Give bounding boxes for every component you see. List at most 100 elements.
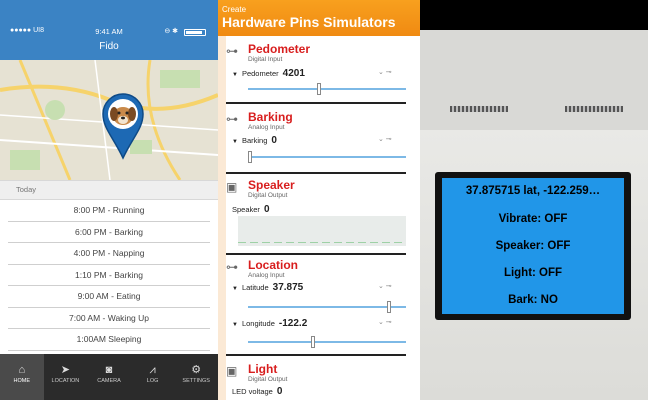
tab-label: LOG <box>146 378 159 384</box>
plug-icon[interactable]: ⌄ ⊸ <box>378 68 392 76</box>
dog-location-pin-icon[interactable] <box>101 92 145 160</box>
activity-item[interactable]: 6:00 PM - Barking <box>8 222 210 243</box>
pin-connector-icon: ⊶ <box>226 44 238 58</box>
output-box-icon: ▣ <box>226 364 238 378</box>
latitude-field[interactable]: ▼ Latitude 37.875 <box>232 282 303 293</box>
device-top <box>420 30 648 130</box>
lcd-line-speaker: Speaker: OFF <box>495 240 571 252</box>
latitude-slider[interactable] <box>248 301 406 313</box>
header-subtitle: Create <box>222 5 247 14</box>
simulator-header: Create Hardware Pins Simulators <box>218 0 420 36</box>
field-value: 37.875 <box>272 282 304 293</box>
field-value: 4201 <box>282 68 305 79</box>
status-icons: ⊖ ✱ <box>164 28 178 35</box>
caret-down-icon[interactable]: ▼ <box>232 322 238 328</box>
section-divider <box>226 253 406 255</box>
pin-connector-icon: ⊶ <box>226 260 238 274</box>
section-type: Digital Input <box>248 56 283 63</box>
field-label: Speaker <box>232 205 260 214</box>
longitude-field[interactable]: ▼ Longitude -122.2 <box>232 318 307 329</box>
tab-label: HOME <box>13 378 31 384</box>
vent-grille <box>565 106 623 112</box>
plug-icon[interactable]: ⌄ ⊸ <box>378 135 392 143</box>
longitude-slider[interactable] <box>248 336 406 348</box>
field-value: 0 <box>263 204 270 215</box>
pedometer-slider[interactable] <box>248 83 406 95</box>
section-title: Barking <box>248 110 293 124</box>
section-type: Digital Output <box>248 192 288 199</box>
pedometer-field[interactable]: ▼ Pedometer 4201 <box>232 68 305 79</box>
field-label: Pedometer <box>241 69 279 78</box>
field-value: -122.2 <box>278 318 308 329</box>
activity-list: 8:00 PM - Running 6:00 PM - Barking 4:00… <box>8 200 210 351</box>
tab-location[interactable]: ➤ LOCATION <box>44 354 88 400</box>
tab-camera[interactable]: ◙ CAMERA <box>87 354 131 400</box>
section-title: Location <box>248 258 298 272</box>
output-box-icon: ▣ <box>226 180 238 194</box>
speaker-field: Speaker 0 <box>232 204 270 215</box>
phone-app: ●●●●● UI8 9:41 AM ⊖ ✱ Fido Today 8:00 PM… <box>0 0 218 400</box>
section-type: Digital Output <box>248 376 288 383</box>
location-section: ⊶ Location Analog Input ▼ Latitude 37.875 … <box>226 258 414 354</box>
lcd-line-vibrate: Vibrate: OFF <box>498 213 568 225</box>
light-section: ▣ Light Digital Output LED voltage 0 <box>226 362 414 400</box>
section-type: Analog Input <box>248 272 285 279</box>
section-type: Analog Input <box>248 124 285 131</box>
field-label: Latitude <box>241 283 269 292</box>
page-title: Fido <box>0 38 218 60</box>
slider-thumb[interactable] <box>311 336 316 348</box>
lcd-line-location: 37.875715 lat, -122.259… <box>465 185 601 197</box>
plug-icon[interactable]: ⌄ ⊸ <box>378 282 392 290</box>
tab-label: LOCATION <box>51 378 80 384</box>
vent-grille <box>450 106 508 112</box>
section-title: Light <box>248 362 278 376</box>
field-label: Barking <box>241 136 268 145</box>
caret-down-icon[interactable]: ▼ <box>232 286 238 292</box>
gear-icon: ⚙ <box>191 364 202 376</box>
barking-slider[interactable] <box>248 151 406 163</box>
slider-thumb[interactable] <box>248 151 252 163</box>
tab-label: CAMERA <box>97 378 121 384</box>
light-field: LED voltage 0 <box>232 386 282 397</box>
slider-thumb[interactable] <box>386 301 391 313</box>
section-divider <box>226 102 406 104</box>
plug-icon[interactable]: ⌄ ⊸ <box>378 318 392 326</box>
activity-item[interactable]: 4:00 PM - Napping <box>8 243 210 265</box>
lcd-screen: 37.875715 lat, -122.259… Vibrate: OFF Sp… <box>442 178 624 314</box>
barking-section: ⊶ Barking Analog Input ▼ Barking 0 ⌄ ⊸ <box>226 110 414 172</box>
home-icon: ⌂ <box>18 364 26 376</box>
tab-log[interactable]: ⩘ LOG <box>131 354 175 400</box>
field-label: LED voltage <box>232 387 273 396</box>
activity-item[interactable]: 7:00 AM - Waking Up <box>8 308 210 329</box>
caret-down-icon[interactable]: ▼ <box>232 72 238 78</box>
battery-icon <box>184 29 206 36</box>
lcd-line-bark: Bark: NO <box>508 294 558 306</box>
tab-bar: ⌂ HOME ➤ LOCATION ◙ CAMERA ⩘ LOG ⚙ SETTINGS <box>0 354 218 400</box>
tab-settings[interactable]: ⚙ SETTINGS <box>174 354 218 400</box>
lcd-line-light: Light: OFF <box>503 267 563 279</box>
camera-icon: ◙ <box>105 364 113 376</box>
side-strip <box>218 36 226 400</box>
activity-item[interactable]: 8:00 PM - Running <box>8 200 210 222</box>
section-divider <box>226 354 406 356</box>
hardware-simulator-panel: Create Hardware Pins Simulators ⊶ Pedome… <box>218 0 420 400</box>
pedometer-section: ⊶ Pedometer Digital Input ▼ Pedometer 4201… <box>226 42 414 104</box>
hardware-device-photo: 37.875715 lat, -122.259… Vibrate: OFF Sp… <box>420 0 648 400</box>
status-bar: ●●●●● UI8 9:41 AM ⊖ ✱ <box>0 0 218 38</box>
activity-item[interactable]: 9:00 AM - Eating <box>8 286 210 308</box>
field-value: 0 <box>276 386 283 397</box>
barking-field[interactable]: ▼ Barking 0 <box>232 135 277 146</box>
location-arrow-icon: ➤ <box>60 364 70 376</box>
slider-thumb[interactable] <box>317 83 322 95</box>
speaker-signal-plot <box>238 216 406 246</box>
activity-item[interactable]: 1:10 PM - Barking <box>8 265 210 286</box>
section-divider <box>226 172 406 174</box>
section-header-today: Today <box>0 180 218 200</box>
section-title: Pedometer <box>248 42 311 56</box>
pin-connector-icon: ⊶ <box>226 112 238 126</box>
field-label: Longitude <box>241 319 275 328</box>
section-title: Speaker <box>248 178 295 192</box>
tab-home[interactable]: ⌂ HOME <box>0 354 44 400</box>
activity-item[interactable]: 1:00AM Sleeping <box>8 329 210 351</box>
caret-down-icon[interactable]: ▼ <box>232 139 238 145</box>
